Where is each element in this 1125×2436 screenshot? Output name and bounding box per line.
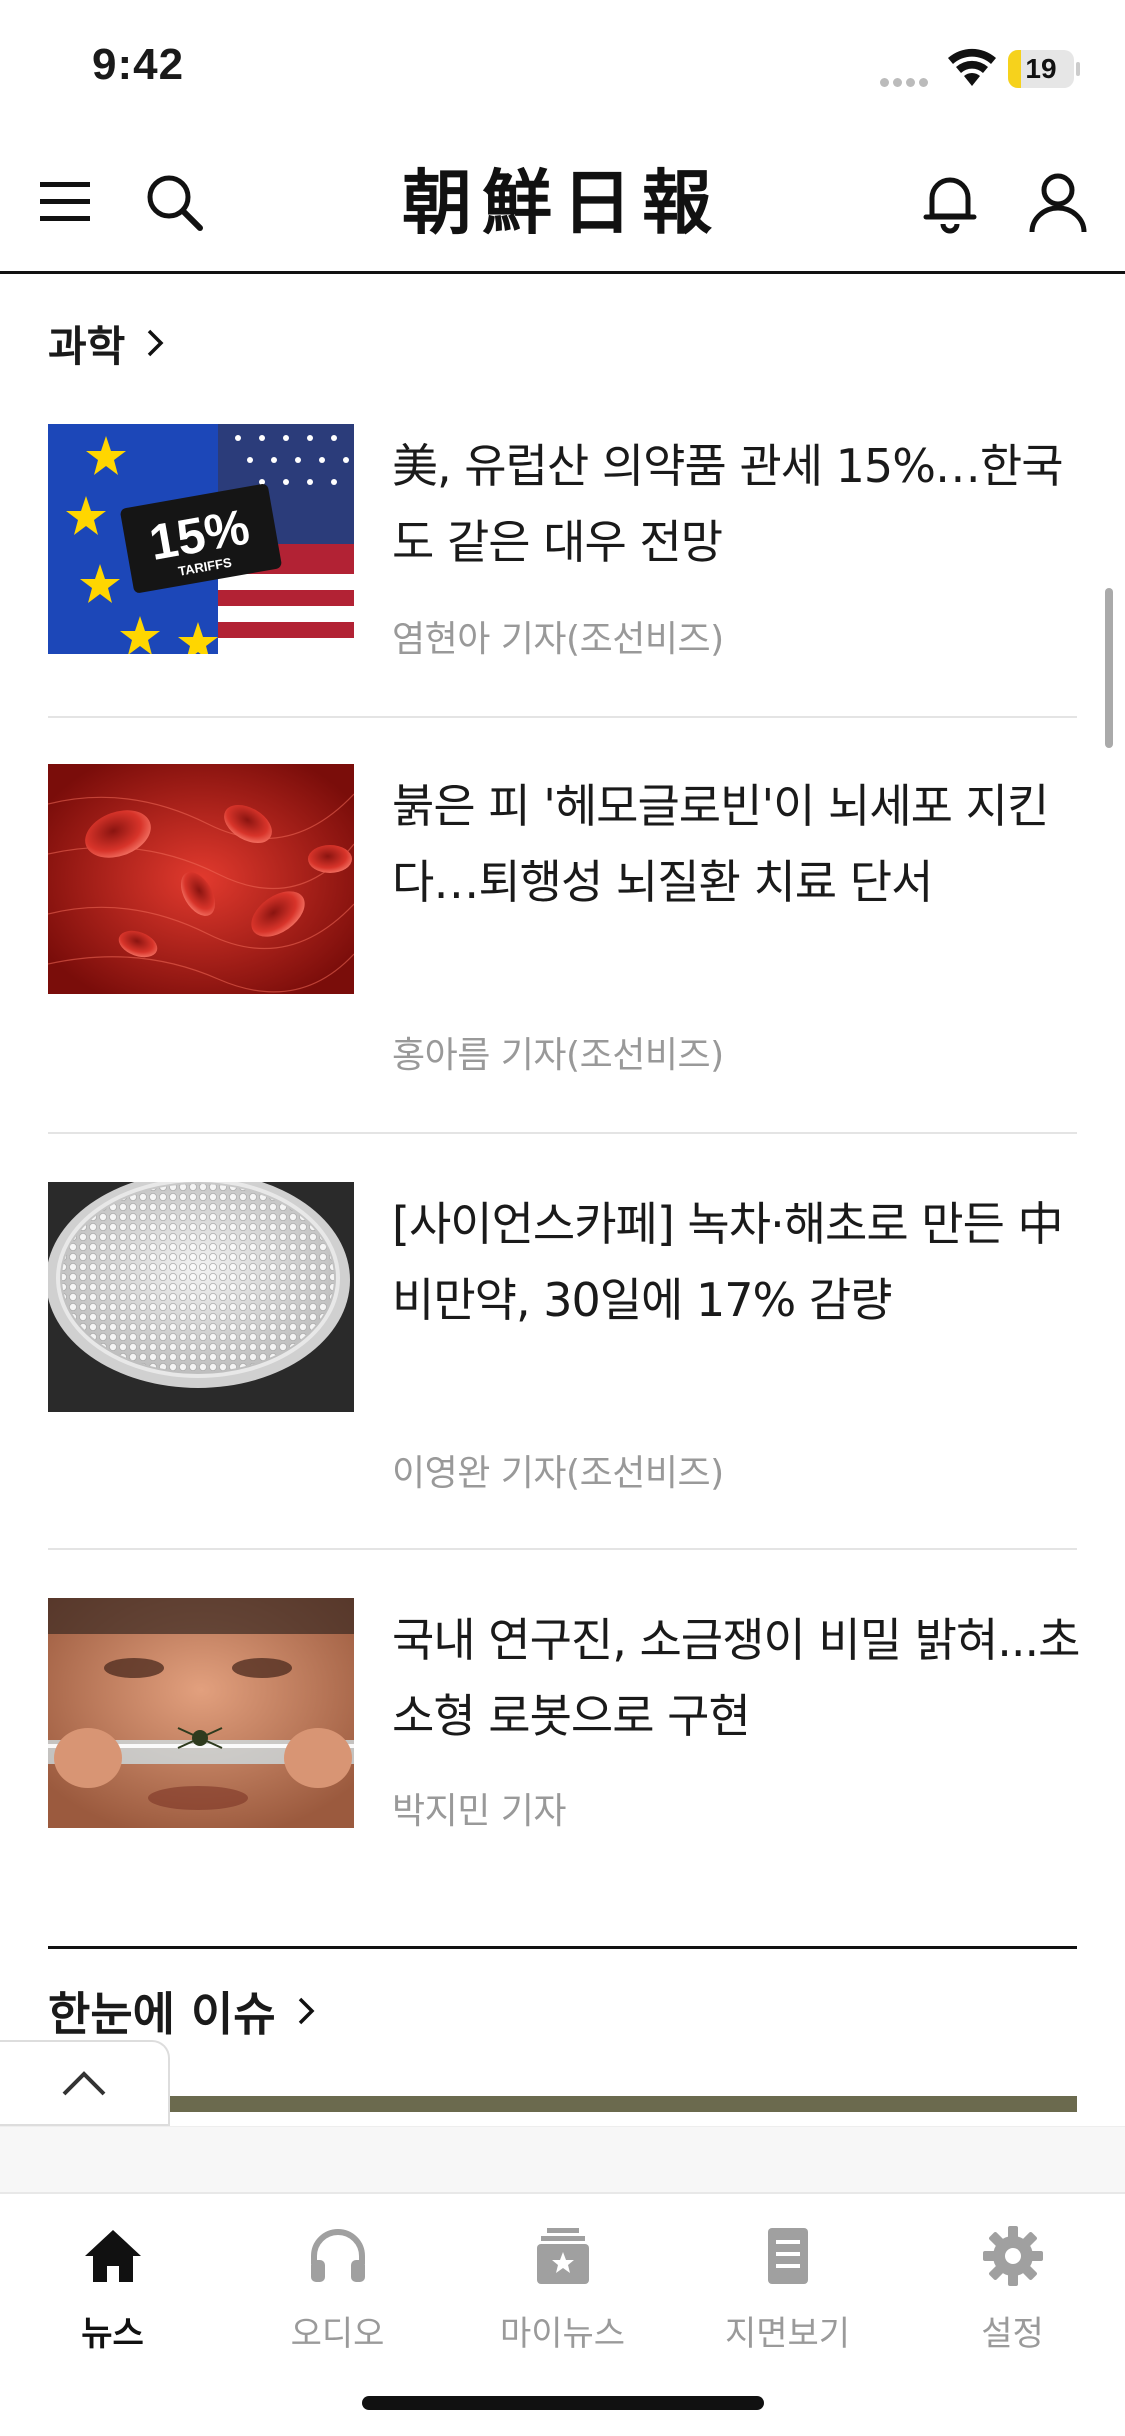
bell-icon[interactable]: [910, 162, 990, 242]
article-title[interactable]: 붉은 피 '헤모글로빈'이 뇌세포 지킨다…퇴행성 뇌질환 치료 단서: [392, 768, 1082, 920]
tab-label: 오디오: [290, 2314, 385, 2354]
tab-print-edition[interactable]: 지면보기: [675, 2218, 900, 2358]
divider: [48, 1548, 1077, 1550]
headphones-icon: [310, 2229, 365, 2282]
star-box-icon: [536, 2228, 589, 2284]
scroll-to-top-button[interactable]: [0, 2040, 170, 2126]
chevron-right-icon: [298, 1997, 315, 2025]
search-icon[interactable]: [134, 162, 214, 242]
home-icon: [84, 2230, 141, 2282]
tab-audio[interactable]: 오디오: [225, 2218, 450, 2358]
hamburger-menu-icon[interactable]: [26, 162, 106, 242]
section-title: 과학: [48, 321, 126, 371]
home-indicator: [362, 2396, 764, 2410]
section-header-issues[interactable]: 한눈에 이슈: [48, 1976, 320, 2046]
article-title[interactable]: 국내 연구진, 소금쟁이 비밀 밝혀...초소형 로봇으로 구현: [392, 1602, 1082, 1754]
article-title[interactable]: 美, 유럽산 의약품 관세 15%…한국도 같은 대우 전망: [392, 428, 1082, 580]
tab-news[interactable]: 뉴스: [0, 2218, 225, 2358]
article-thumbnail: [48, 1182, 354, 1412]
tab-label: 설정: [981, 2314, 1044, 2354]
document-icon: [767, 2228, 808, 2284]
status-bar: 9:42 19: [0, 0, 1125, 130]
divider: [48, 1132, 1077, 1134]
tab-label: 마이뉴스: [499, 2314, 626, 2354]
article-item[interactable]: 붉은 피 '헤모글로빈'이 뇌세포 지킨다…퇴행성 뇌질환 치료 단서 홍아름 …: [48, 764, 1077, 1076]
battery-percent: 19: [1025, 53, 1057, 84]
article-item[interactable]: 15% TARIFFS 美, 유럽산 의약품 관세 15%…한국도 같은 대우 …: [48, 424, 1077, 660]
status-time: 9:42: [92, 40, 185, 89]
article-byline: 박지민 기자: [392, 1791, 567, 1832]
wifi-icon: [948, 48, 996, 86]
person-icon[interactable]: [1018, 162, 1098, 242]
section-title: 한눈에 이슈: [48, 1987, 276, 2041]
battery-icon: 19: [1008, 50, 1080, 88]
app-header: 朝鮮日報: [0, 130, 1125, 274]
article-thumbnail: [48, 764, 354, 994]
cellular-signal-icon: [880, 72, 932, 87]
tabbar-spacer: [0, 2126, 1125, 2192]
tab-my-news[interactable]: 마이뉴스: [450, 2218, 675, 2358]
carousel-preview: [170, 2096, 1077, 2112]
article-byline: 홍아름 기자(조선비즈): [392, 1035, 724, 1076]
divider: [48, 716, 1077, 718]
article-thumbnail: [48, 1598, 354, 1828]
article-thumbnail: 15% TARIFFS: [48, 424, 354, 654]
tab-settings[interactable]: 설정: [900, 2218, 1125, 2358]
gear-icon: [982, 2226, 1043, 2286]
article-byline: 이영완 기자(조선비즈): [392, 1453, 724, 1494]
tab-label: 지면보기: [724, 2314, 851, 2354]
article-item[interactable]: 국내 연구진, 소금쟁이 비밀 밝혀...초소형 로봇으로 구현 박지민 기자: [48, 1598, 1080, 1832]
chevron-right-icon: [148, 329, 164, 357]
article-title[interactable]: [사이언스카페] 녹차·해초로 만든 中 비만약, 30일에 17% 감량: [392, 1186, 1082, 1338]
scroll-indicator: [1105, 588, 1113, 748]
tab-label: 뉴스: [81, 2314, 144, 2354]
newspaper-logo[interactable]: 朝鮮日報: [372, 158, 752, 248]
article-byline: 염현아 기자(조선비즈): [392, 619, 724, 660]
section-divider: [48, 1946, 1077, 1949]
article-item[interactable]: [사이언스카페] 녹차·해초로 만든 中 비만약, 30일에 17% 감량 이영…: [48, 1182, 1077, 1494]
section-header-science[interactable]: 과학: [48, 308, 169, 378]
chevron-up-icon: [62, 2071, 106, 2096]
